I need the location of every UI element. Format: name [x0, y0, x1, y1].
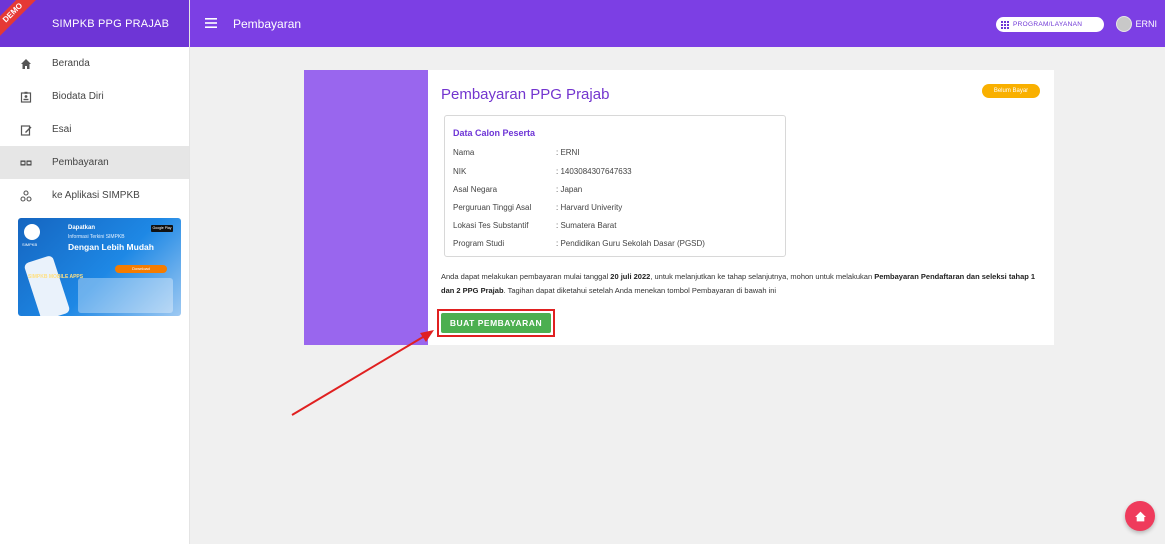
sidebar-item-label: ke Aplikasi SIMPKB — [52, 190, 140, 201]
home-icon — [19, 57, 33, 71]
create-payment-button-highlight: BUAT PEMBAYARAN — [437, 309, 555, 337]
sidebar: DEMO SIMPKB PPG PRAJAB Beranda Biodata D… — [0, 0, 190, 544]
info-key: NIK — [453, 167, 467, 176]
house-icon — [1134, 511, 1146, 521]
demo-ribbon: DEMO — [0, 0, 43, 43]
page-title: Pembayaran — [233, 16, 302, 31]
banner-apps-label: SIMPKB MOBILE APPS — [28, 274, 84, 280]
sidebar-item-pembayaran[interactable]: Pembayaran — [0, 146, 189, 179]
sidebar-item-label: Biodata Diri — [52, 91, 104, 102]
payment-instructions: Anda dapat melakukan pembayaran mulai ta… — [441, 270, 1041, 298]
payment-card: Pembayaran PPG Prajab Belum Bayar Data C… — [304, 70, 1054, 345]
tut-wuri-logo-icon — [24, 224, 40, 240]
desc-part: Anda dapat melakukan pembayaran mulai ta… — [441, 272, 611, 281]
info-value: : ERNI — [556, 148, 580, 157]
info-key: Program Studi — [453, 239, 505, 248]
info-key: Perguruan Tinggi Asal — [453, 203, 532, 212]
info-key: Nama — [453, 148, 475, 157]
sidebar-item-aplikasi-simpkb[interactable]: ke Aplikasi SIMPKB — [0, 179, 189, 212]
phone-illustration-icon — [23, 254, 71, 316]
desc-part: , untuk melanjutkan ke tahap selanjutnya… — [650, 272, 875, 281]
top-bar: Pembayaran PROGRAM/LAYANAN ERNI — [190, 0, 1165, 47]
id-card-icon — [19, 90, 33, 104]
program-layanan-button[interactable]: PROGRAM/LAYANAN — [996, 17, 1104, 32]
program-layanan-label: PROGRAM/LAYANAN — [1013, 21, 1083, 28]
banner-line3: Dengan Lebih Mudah — [68, 242, 154, 252]
user-menu[interactable]: ERNI — [1116, 16, 1157, 32]
info-key: Asal Negara — [453, 185, 498, 194]
brand-title[interactable]: SIMPKB PPG PRAJAB — [52, 18, 169, 30]
app-cards-illustration — [78, 278, 173, 313]
info-row-nik: NIK : 1403084307647633 — [453, 167, 632, 176]
sidebar-item-label: Esai — [52, 124, 72, 135]
banner-line2: Informasi Terkini SIMPKB — [68, 234, 125, 240]
info-value: : Japan — [556, 185, 583, 194]
info-heading: Data Calon Peserta — [453, 128, 536, 138]
hamburger-menu-icon[interactable] — [205, 15, 221, 33]
info-row-asal-negara: Asal Negara : Japan — [453, 185, 582, 194]
card-side-panel — [304, 70, 428, 345]
status-badge: Belum Bayar — [982, 84, 1040, 98]
banner-line1: Dapatkan — [68, 225, 96, 231]
info-key: Lokasi Tes Substantif — [453, 221, 529, 230]
sidebar-item-label: Pembayaran — [52, 157, 109, 168]
grid-icon — [1001, 20, 1009, 29]
google-play-badge: Google Play — [151, 225, 173, 232]
payment-start-date: 20 juli 2022 — [610, 272, 651, 281]
scroll-top-button[interactable] — [1125, 501, 1155, 531]
info-value: : Harvard Univerity — [556, 203, 623, 212]
sidebar-item-label: Beranda — [52, 58, 90, 69]
sidebar-item-esai[interactable]: Esai — [0, 113, 189, 146]
network-icon — [19, 189, 33, 203]
avatar — [1116, 16, 1133, 32]
info-row-nama: Nama : ERNI — [453, 148, 580, 157]
user-name: ERNI — [1135, 19, 1157, 29]
info-value: : 1403084307647633 — [556, 167, 632, 176]
card-title: Pembayaran PPG Prajab — [441, 86, 610, 103]
create-payment-button[interactable]: BUAT PEMBAYARAN — [441, 313, 551, 333]
candidate-info-box: Data Calon Peserta Nama : ERNI NIK : 140… — [444, 115, 786, 257]
banner-logo-text: SIMPKB — [22, 242, 38, 247]
info-row-program-studi: Program Studi : Pendidikan Guru Sekolah … — [453, 239, 705, 248]
payment-icon — [19, 156, 33, 170]
edit-icon — [19, 123, 33, 137]
banner-download-pill: Download — [115, 265, 167, 273]
brand-header: DEMO SIMPKB PPG PRAJAB — [0, 0, 189, 47]
info-row-lokasi-tes: Lokasi Tes Substantif : Sumatera Barat — [453, 221, 616, 230]
sidebar-item-biodata[interactable]: Biodata Diri — [0, 80, 189, 113]
mobile-app-banner[interactable]: SIMPKB Dapatkan Informasi Terkini SIMPKB… — [18, 218, 181, 316]
sidebar-item-beranda[interactable]: Beranda — [0, 47, 189, 80]
sidebar-nav: Beranda Biodata Diri Esai Pembayaran ke … — [0, 47, 189, 212]
desc-part: . Tagihan dapat diketahui setelah Anda m… — [503, 286, 777, 295]
info-row-perguruan-tinggi: Perguruan Tinggi Asal : Harvard Univerit… — [453, 203, 622, 212]
info-value: : Pendidikan Guru Sekolah Dasar (PGSD) — [556, 239, 705, 248]
info-value: : Sumatera Barat — [556, 221, 617, 230]
